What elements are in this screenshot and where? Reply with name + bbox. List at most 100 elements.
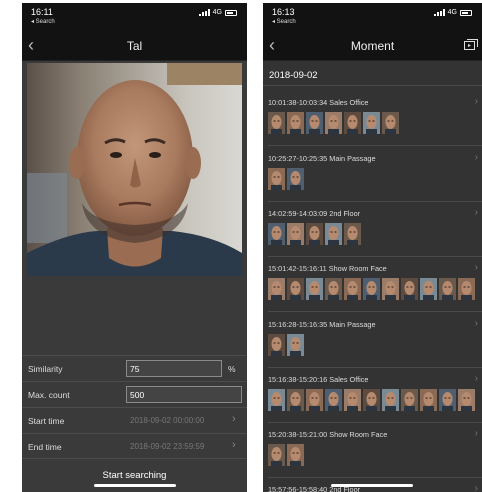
face-thumbnail[interactable] <box>325 389 342 411</box>
video-export-icon[interactable] <box>464 39 478 51</box>
end-time-label: End time <box>28 442 62 452</box>
face-thumbnail[interactable] <box>287 278 304 300</box>
face-thumbnail[interactable] <box>268 389 285 411</box>
face-thumbnail[interactable] <box>458 278 475 300</box>
moment-label: 10:25:27-10:25:35 Main Passage <box>268 154 376 163</box>
face-thumbnail[interactable] <box>344 223 361 245</box>
start-searching-button[interactable]: Start searching <box>22 470 247 481</box>
face-thumbnail[interactable] <box>268 278 285 300</box>
chevron-right-icon[interactable]: › <box>475 152 478 163</box>
max-count-row: Max. count <box>22 381 247 407</box>
face-thumbnail[interactable] <box>382 278 399 300</box>
status-indicators: 4G <box>433 9 472 16</box>
max-count-input[interactable] <box>126 386 242 403</box>
chevron-right-icon[interactable]: › <box>232 439 236 451</box>
similarity-input[interactable] <box>126 360 222 377</box>
face-thumbnail[interactable] <box>325 112 342 134</box>
status-back-to-search[interactable]: ◂ Search <box>272 18 296 25</box>
status-indicators: 4G <box>198 9 237 16</box>
chevron-right-icon[interactable]: › <box>475 262 478 273</box>
status-time: 16:13 <box>272 7 295 17</box>
page-title: Moment <box>350 39 395 53</box>
chevron-right-icon[interactable]: › <box>475 373 478 384</box>
chevron-right-icon[interactable]: › <box>475 318 478 329</box>
face-thumbnail[interactable] <box>363 278 380 300</box>
face-thumbnail[interactable] <box>287 168 304 190</box>
face-thumbnails <box>268 223 361 245</box>
face-thumbnail[interactable] <box>382 112 399 134</box>
face-thumbnail[interactable] <box>344 389 361 411</box>
signal-icon <box>198 9 210 16</box>
face-thumbnail[interactable] <box>287 334 304 356</box>
end-time-row[interactable]: End time 2018-09-02 23:59:59 › <box>22 433 247 459</box>
face-thumbnail[interactable] <box>439 389 456 411</box>
face-thumbnail[interactable] <box>268 112 285 134</box>
list-divider <box>268 367 482 368</box>
similarity-label: Similarity <box>28 364 63 374</box>
status-time: 16:11 <box>31 7 53 17</box>
home-indicator <box>331 484 413 487</box>
status-bar: 16:13 ◂ Search 4G <box>263 3 482 31</box>
chevron-right-icon[interactable]: › <box>475 428 478 439</box>
face-thumbnail[interactable] <box>458 389 475 411</box>
moment-screen: 16:13 ◂ Search 4G ‹ Moment 2018-09-02 10… <box>263 3 482 492</box>
face-thumbnail[interactable] <box>287 389 304 411</box>
end-time-value[interactable]: 2018-09-02 23:59:59 <box>130 442 204 451</box>
chevron-right-icon[interactable]: › <box>475 483 478 492</box>
battery-icon <box>225 9 237 16</box>
face-thumbnail[interactable] <box>268 223 285 245</box>
face-thumbnail[interactable] <box>363 112 380 134</box>
face-thumbnail[interactable] <box>439 278 456 300</box>
max-count-label: Max. count <box>28 390 70 400</box>
face-thumbnail[interactable] <box>268 334 285 356</box>
face-thumbnails <box>268 112 399 134</box>
similarity-unit: % <box>228 364 236 374</box>
face-thumbnail[interactable] <box>287 223 304 245</box>
page-title: Tal <box>126 39 143 53</box>
moment-label: 15:16:38-15:20:16 Sales Office <box>268 375 369 384</box>
face-thumbnail[interactable] <box>325 278 342 300</box>
nav-bar: ‹ Moment <box>263 31 482 61</box>
list-divider <box>268 311 482 312</box>
face-thumbnail[interactable] <box>268 168 285 190</box>
date-header: 2018-09-02 <box>263 64 482 86</box>
face-thumbnail[interactable] <box>268 444 285 466</box>
face-thumbnail[interactable] <box>287 112 304 134</box>
moment-label: 14:02:59-14:03:09 2nd Floor <box>268 209 361 218</box>
face-thumbnails <box>268 168 304 190</box>
search-screen: 16:11 ◂ Search 4G ‹ Tal Similarity 75 % … <box>22 3 247 492</box>
face-portrait-image <box>27 63 242 276</box>
start-time-row[interactable]: Start time 2018-09-02 00:00:00 › <box>22 407 247 433</box>
signal-icon <box>433 9 445 16</box>
face-thumbnail[interactable] <box>306 278 323 300</box>
start-time-label: Start time <box>28 416 65 426</box>
face-thumbnail[interactable] <box>382 389 399 411</box>
chevron-right-icon[interactable]: › <box>475 96 478 107</box>
face-thumbnails <box>268 444 304 466</box>
face-thumbnail[interactable] <box>401 278 418 300</box>
face-thumbnail[interactable] <box>420 278 437 300</box>
face-thumbnail[interactable] <box>344 278 361 300</box>
network-label: 4G <box>212 9 222 16</box>
face-thumbnails <box>268 278 475 300</box>
chevron-right-icon[interactable]: › <box>232 413 236 425</box>
face-thumbnails <box>268 389 475 411</box>
face-thumbnail[interactable] <box>306 223 323 245</box>
nav-bar: ‹ Tal <box>22 31 247 61</box>
face-thumbnail[interactable] <box>306 112 323 134</box>
home-indicator <box>94 484 176 487</box>
face-thumbnail[interactable] <box>344 112 361 134</box>
start-time-value[interactable]: 2018-09-02 00:00:00 <box>130 416 204 425</box>
face-thumbnail[interactable] <box>306 389 323 411</box>
face-thumbnail[interactable] <box>287 444 304 466</box>
face-thumbnail[interactable] <box>401 389 418 411</box>
list-divider <box>268 256 482 257</box>
list-divider <box>268 201 482 202</box>
chevron-right-icon[interactable]: › <box>475 207 478 218</box>
face-thumbnail[interactable] <box>363 389 380 411</box>
status-back-to-search[interactable]: ◂ Search <box>31 18 55 25</box>
moment-label: 15:20:38-15:21:00 Show Room Face <box>268 430 388 439</box>
face-thumbnail[interactable] <box>325 223 342 245</box>
status-bar: 16:11 ◂ Search 4G <box>22 3 247 31</box>
face-thumbnail[interactable] <box>420 389 437 411</box>
